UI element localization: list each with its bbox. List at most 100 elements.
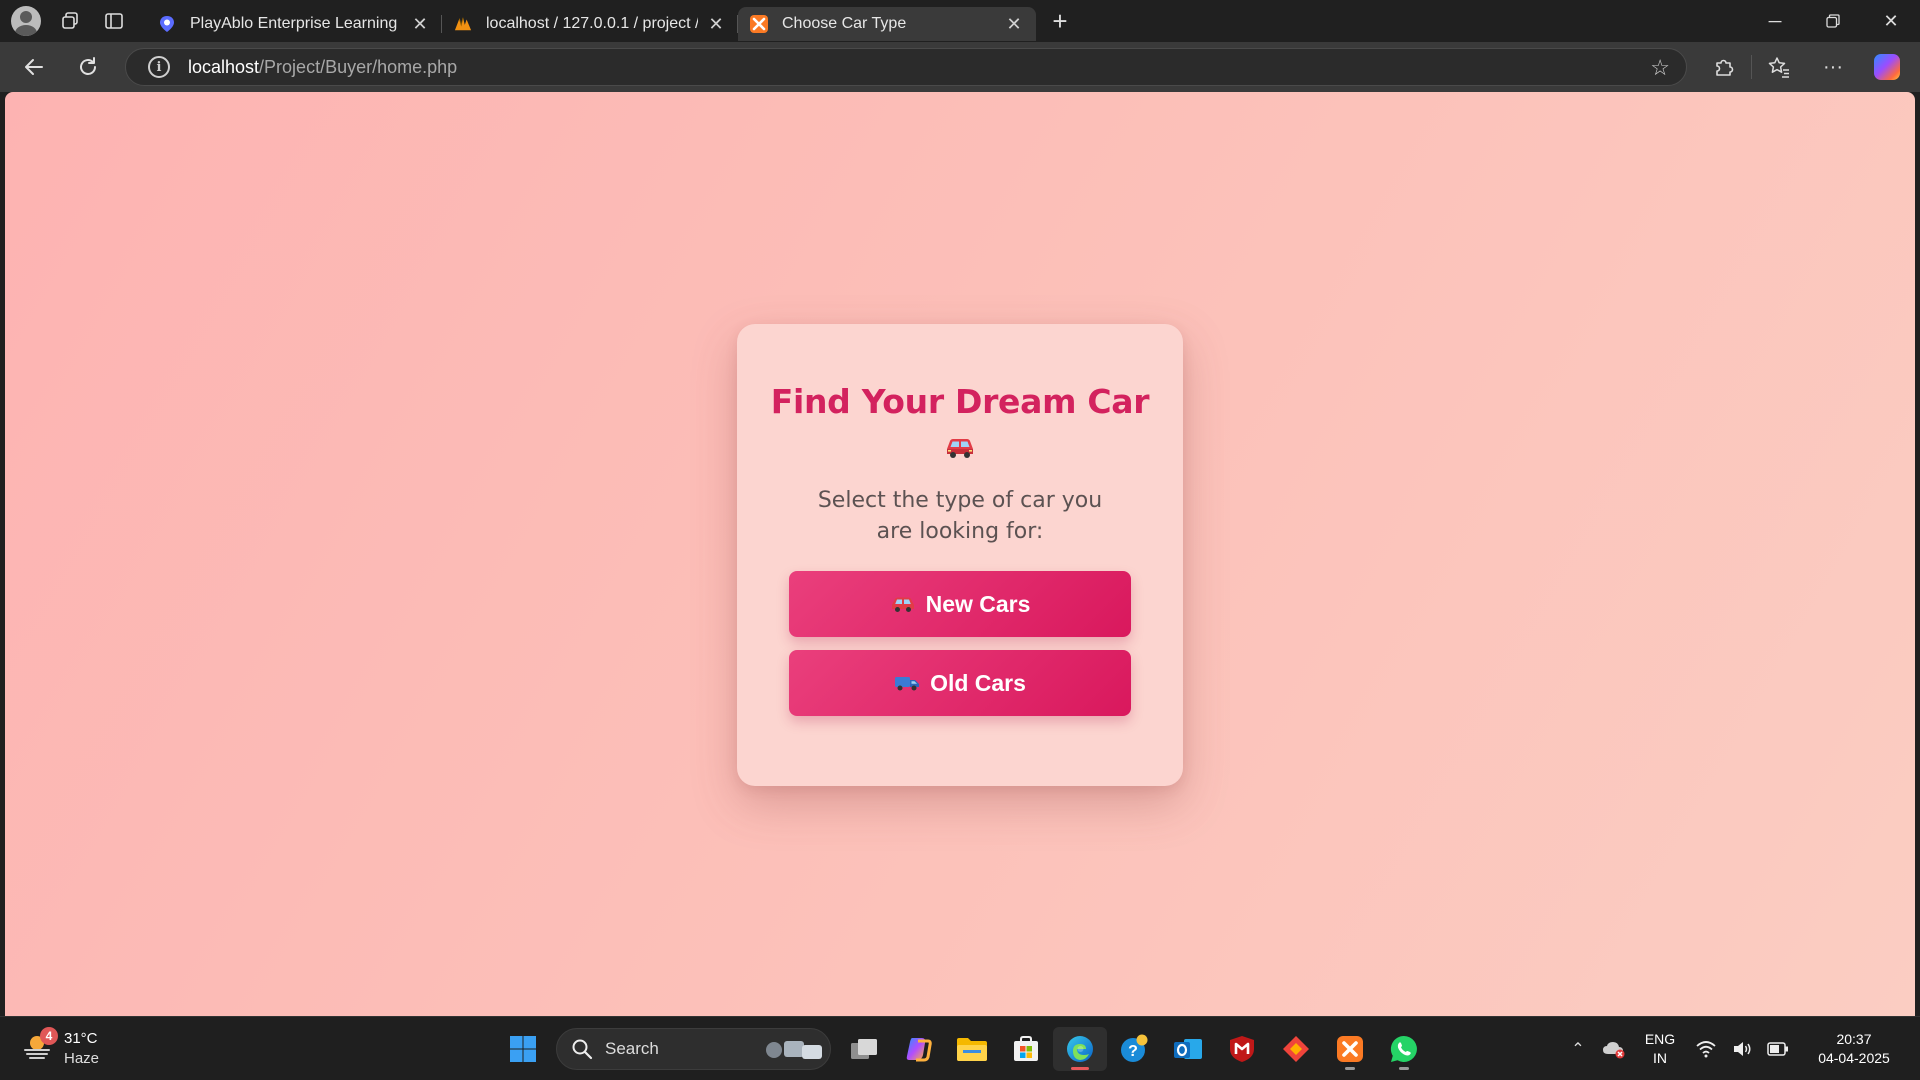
workspaces-icon xyxy=(62,12,78,29)
help-app[interactable]: ? xyxy=(1107,1027,1161,1071)
whatsapp-icon xyxy=(1390,1035,1417,1062)
copilot-icon xyxy=(1874,54,1900,80)
site-info-icon[interactable]: i xyxy=(148,56,170,78)
xampp-app[interactable] xyxy=(1323,1027,1377,1071)
folder-icon xyxy=(957,1038,987,1061)
restore-icon xyxy=(1826,14,1840,28)
old-cars-label: Old Cars xyxy=(930,669,1026,696)
page-subtitle: Select the type of car you are looking f… xyxy=(817,488,1103,544)
start-button[interactable] xyxy=(496,1027,550,1071)
wifi-icon xyxy=(1696,1041,1716,1058)
running-indicator xyxy=(1345,1067,1355,1070)
tab-choose-car-type[interactable]: Choose Car Type ✕ xyxy=(738,7,1036,41)
outlook-app[interactable] xyxy=(1161,1027,1215,1071)
whatsapp-app[interactable] xyxy=(1377,1027,1431,1071)
profile-avatar[interactable] xyxy=(8,3,44,39)
store-app[interactable] xyxy=(999,1027,1053,1071)
close-tab-icon[interactable]: ✕ xyxy=(1004,14,1024,35)
language-indicator[interactable]: ENG IN xyxy=(1632,1030,1688,1068)
volume-status[interactable] xyxy=(1724,1040,1760,1058)
battery-status[interactable] xyxy=(1760,1042,1796,1056)
favorites-button[interactable] xyxy=(1752,49,1806,85)
favorites-list-icon xyxy=(1768,57,1789,78)
edge-app[interactable] xyxy=(1053,1027,1107,1071)
close-icon: ✕ xyxy=(1883,10,1899,31)
browser-tab-strip: PlayAblo Enterprise Learning ✕ localhost… xyxy=(0,0,1920,42)
restore-button[interactable] xyxy=(1804,0,1862,42)
region-code: IN xyxy=(1653,1050,1667,1066)
close-tab-icon[interactable]: ✕ xyxy=(410,14,430,35)
show-hidden-icons-button[interactable]: ⌃ xyxy=(1560,1039,1596,1059)
new-cars-button[interactable]: New Cars xyxy=(789,571,1131,637)
mcafee-app[interactable] xyxy=(1215,1027,1269,1071)
tab-phpmyadmin[interactable]: localhost / 127.0.0.1 / project / ol ✕ xyxy=(442,7,738,41)
system-tray: ⌃ ENG IN 20:37 04-04-2025 xyxy=(1560,1017,1920,1080)
minimize-button[interactable]: ─ xyxy=(1746,0,1804,42)
taskbar-search[interactable]: Search xyxy=(556,1028,831,1070)
file-explorer-app[interactable] xyxy=(945,1027,999,1071)
puzzle-icon xyxy=(1716,59,1734,76)
wifi-status[interactable] xyxy=(1688,1040,1724,1058)
new-cars-label: New Cars xyxy=(925,590,1031,617)
speaker-icon xyxy=(1734,1042,1751,1056)
battery-icon xyxy=(1767,1042,1788,1056)
more-menu-button[interactable]: ··· xyxy=(1806,49,1860,85)
xampp-icon xyxy=(750,15,768,33)
old-cars-button[interactable]: Old Cars xyxy=(789,650,1131,716)
red-car-icon xyxy=(737,435,1183,465)
task-view-button[interactable] xyxy=(837,1027,891,1071)
anydesk-icon xyxy=(1283,1036,1309,1062)
address-bar[interactable]: i localhost/Project/Buyer/home.php ☆ xyxy=(125,48,1687,86)
tab-title: PlayAblo Enterprise Learning xyxy=(190,15,398,32)
taskbar-clock[interactable]: 20:37 04-04-2025 xyxy=(1796,1030,1912,1068)
windows-taskbar: 4 31°C Haze Search ? ⌃ ENG IN 20:37 04-0… xyxy=(0,1016,1920,1080)
page-title: Find Your Dream Car xyxy=(770,382,1150,421)
running-indicator xyxy=(1399,1067,1409,1070)
url-text[interactable]: localhost/Project/Buyer/home.php xyxy=(188,57,457,78)
url-host: localhost xyxy=(188,56,260,77)
notification-badge: 4 xyxy=(40,1027,58,1045)
refresh-button[interactable] xyxy=(66,49,110,85)
phpmyadmin-icon xyxy=(454,15,472,33)
playablo-pin-icon xyxy=(158,15,176,33)
copilot-button[interactable] xyxy=(1860,49,1914,85)
search-label: Search xyxy=(605,1039,659,1058)
toolbar-right: ··· xyxy=(1697,42,1920,92)
car-icon xyxy=(890,595,916,613)
xampp-icon xyxy=(1337,1036,1363,1062)
search-icon xyxy=(572,1039,593,1060)
weather-temperature: 31°C xyxy=(64,1030,98,1047)
new-tab-button[interactable]: + xyxy=(1040,4,1080,38)
language-code: ENG xyxy=(1644,1031,1676,1047)
extensions-button[interactable] xyxy=(1697,49,1751,85)
workspaces-button[interactable] xyxy=(52,3,88,39)
task-view-icon xyxy=(851,1039,877,1059)
close-tab-icon[interactable]: ✕ xyxy=(706,14,726,35)
plus-icon: + xyxy=(1052,5,1068,36)
anydesk-app[interactable] xyxy=(1269,1027,1323,1071)
clock-time: 20:37 xyxy=(1836,1031,1872,1047)
vertical-tabs-button[interactable] xyxy=(96,3,132,39)
copilot-app[interactable] xyxy=(891,1027,945,1071)
search-highlight-icon xyxy=(766,1041,822,1059)
edge-icon xyxy=(1067,1036,1093,1062)
minimize-icon: ─ xyxy=(1768,10,1782,31)
close-window-button[interactable]: ✕ xyxy=(1862,0,1920,42)
refresh-icon xyxy=(80,57,96,75)
weather-condition: Haze xyxy=(64,1050,100,1067)
tab-title: Choose Car Type xyxy=(782,15,907,32)
tab-playablo[interactable]: PlayAblo Enterprise Learning ✕ xyxy=(146,7,442,41)
active-indicator xyxy=(1071,1067,1089,1070)
favorite-star-icon[interactable]: ☆ xyxy=(1650,55,1670,81)
cloud-error-icon xyxy=(1603,1042,1625,1059)
window-controls: ─ ✕ xyxy=(1746,0,1920,42)
onedrive-status-button[interactable] xyxy=(1596,1039,1632,1059)
svg-text:?: ? xyxy=(1128,1043,1138,1060)
more-dots-icon: ··· xyxy=(1823,55,1843,78)
url-path: /Project/Buyer/home.php xyxy=(259,56,458,77)
help-icon: ? xyxy=(1121,1034,1148,1062)
back-button[interactable] xyxy=(12,49,56,85)
car-type-card: Find Your Dream Car Select the type of c… xyxy=(737,324,1183,786)
clock-date: 04-04-2025 xyxy=(1818,1050,1890,1066)
weather-widget[interactable]: 4 31°C Haze xyxy=(22,1027,132,1071)
